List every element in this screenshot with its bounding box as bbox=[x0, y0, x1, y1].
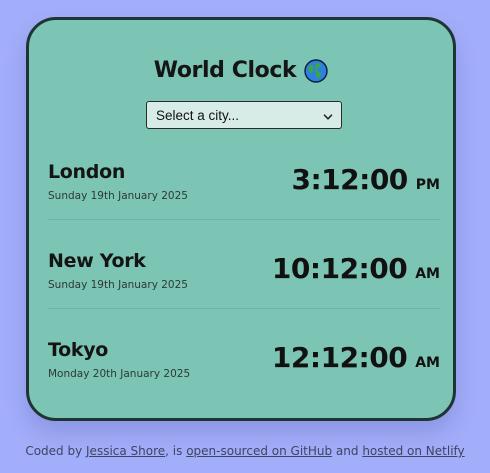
footer: Coded by Jessica Shore, is open-sourced … bbox=[0, 444, 490, 458]
city-select[interactable]: Select a city... bbox=[146, 101, 342, 129]
time-value: 3:12:00 bbox=[291, 163, 408, 196]
city-name: New York bbox=[48, 250, 146, 272]
city-row-london: London Sunday 19th January 2025 3:12:00 … bbox=[48, 157, 440, 221]
city-time: 12:12:00 AM bbox=[272, 341, 440, 374]
am-pm-label: AM bbox=[415, 266, 440, 282]
footer-text: , is bbox=[165, 444, 187, 458]
time-value: 10:12:00 bbox=[271, 252, 408, 285]
footer-text: and bbox=[332, 444, 363, 458]
city-date: Sunday 19th January 2025 bbox=[48, 279, 188, 291]
title-row: World Clock bbox=[29, 58, 453, 83]
chevron-down-icon bbox=[323, 110, 333, 120]
city-time: 10:12:00 AM bbox=[272, 252, 440, 285]
github-link[interactable]: open-sourced on GitHub bbox=[186, 444, 332, 458]
divider bbox=[48, 219, 440, 220]
am-pm-label: PM bbox=[415, 177, 440, 193]
author-link[interactable]: Jessica Shore bbox=[86, 444, 165, 458]
netlify-link[interactable]: hosted on Netlify bbox=[362, 444, 464, 458]
city-name: Tokyo bbox=[48, 339, 109, 361]
city-time: 3:12:00 PM bbox=[291, 163, 440, 196]
footer-prefix: Coded by bbox=[25, 444, 87, 458]
world-clock-card: World Clock Select a city... London Sund… bbox=[26, 17, 456, 421]
divider bbox=[48, 308, 440, 309]
city-select-value: Select a city... bbox=[156, 107, 240, 123]
page-title: World Clock bbox=[153, 58, 297, 83]
time-value: 12:12:00 bbox=[271, 341, 408, 374]
globe-icon bbox=[304, 58, 328, 83]
am-pm-label: AM bbox=[415, 355, 440, 371]
city-name: London bbox=[48, 161, 126, 183]
city-row-new-york: New York Sunday 19th January 2025 10:12:… bbox=[48, 246, 440, 310]
city-date: Sunday 19th January 2025 bbox=[48, 190, 188, 202]
city-row-tokyo: Tokyo Monday 20th January 2025 12:12:00 … bbox=[48, 335, 440, 399]
city-date: Monday 20th January 2025 bbox=[48, 368, 191, 380]
